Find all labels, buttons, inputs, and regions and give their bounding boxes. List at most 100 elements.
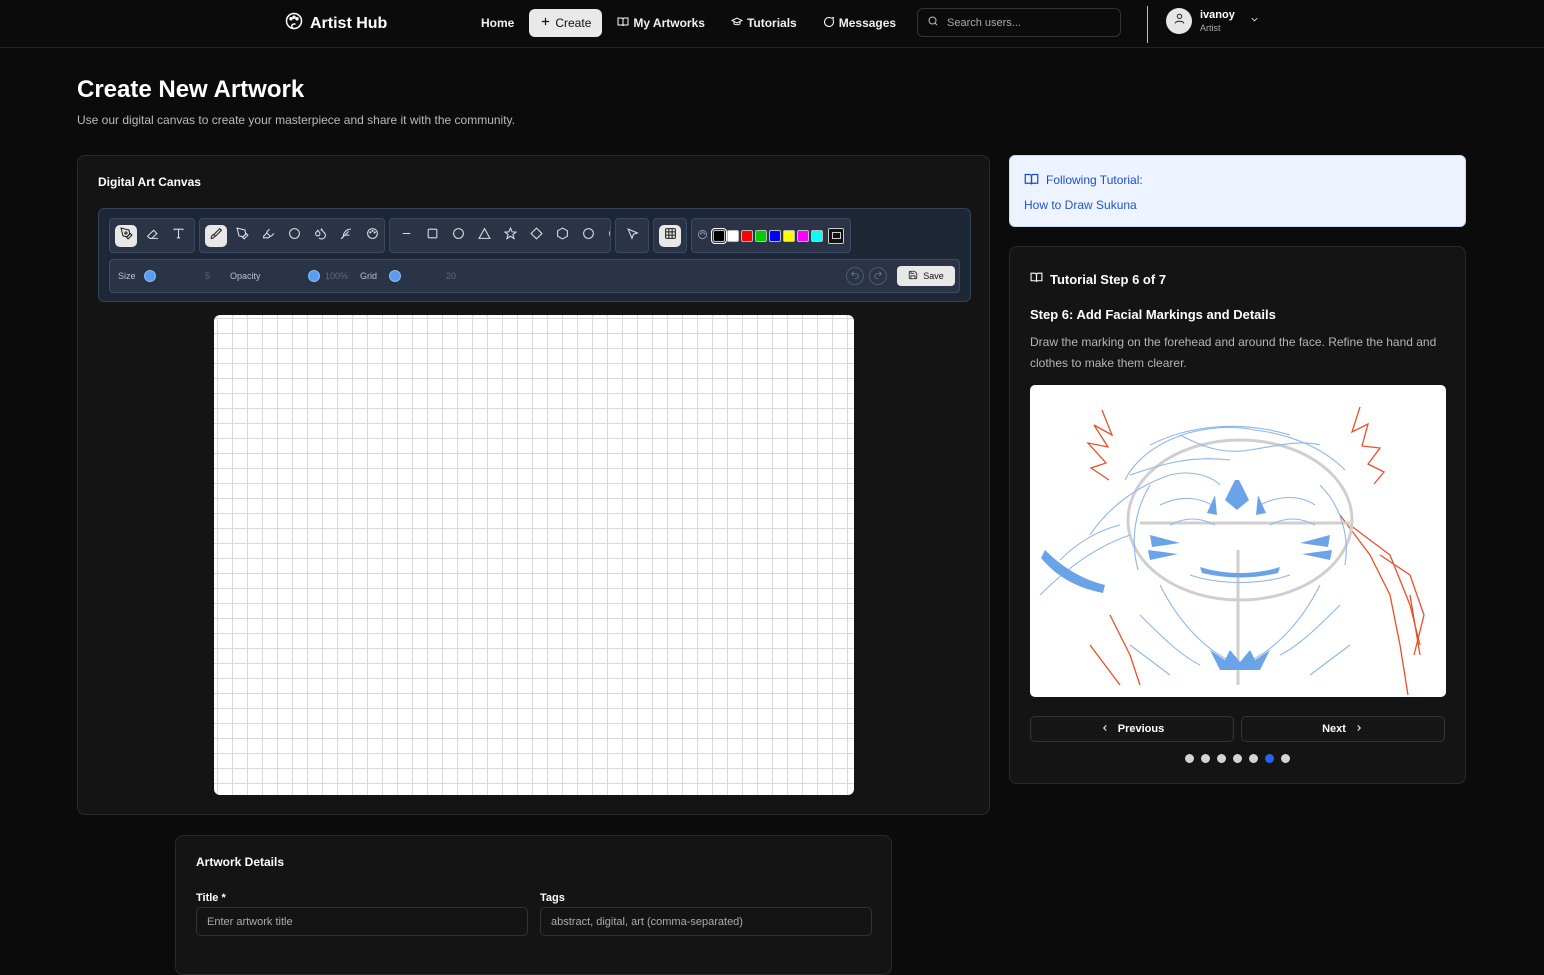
drops-icon	[314, 227, 327, 245]
pencil-icon	[235, 226, 249, 245]
opacity-slider[interactable]	[308, 270, 320, 282]
drops-tool-button[interactable]	[309, 225, 331, 247]
color-swatch-white[interactable]	[727, 229, 739, 242]
grid-toggle-button[interactable]	[659, 224, 681, 247]
chevron-down-icon	[1249, 12, 1260, 30]
drawing-canvas[interactable]	[214, 315, 854, 795]
diamond-icon	[529, 226, 543, 245]
marker-tool-button[interactable]	[257, 225, 279, 247]
previous-label: Previous	[1117, 723, 1165, 735]
message-icon	[823, 16, 835, 31]
brush-icon	[210, 227, 223, 245]
tool-group-grid	[653, 218, 687, 253]
details-title: Artwork Details	[196, 855, 285, 869]
triangle-tool-button[interactable]	[473, 225, 495, 247]
nav-messages[interactable]: Messages	[812, 9, 907, 37]
circle-tool-button[interactable]	[447, 225, 469, 247]
nav-tutorials[interactable]: Tutorials	[720, 9, 808, 37]
size-slider[interactable]	[144, 270, 156, 282]
undo-button[interactable]	[846, 267, 864, 285]
color-swatch-yellow[interactable]	[783, 229, 795, 242]
step-dot[interactable]	[1281, 754, 1290, 763]
nav-home-label: Home	[481, 16, 515, 30]
tags-label: Tags	[540, 892, 565, 904]
color-swatch-magenta[interactable]	[797, 229, 809, 242]
redo-button[interactable]	[869, 267, 887, 285]
step-title: Step 6: Add Facial Markings and Details	[1030, 307, 1276, 322]
title-input[interactable]	[196, 907, 528, 936]
nav-divider	[1147, 6, 1148, 43]
grid-size-value: 20	[446, 271, 457, 281]
marker-icon	[262, 227, 275, 245]
previous-step-button[interactable]: Previous	[1030, 716, 1234, 742]
brush-tool-button[interactable]	[205, 224, 227, 247]
moon-icon	[608, 227, 610, 245]
search-icon	[927, 14, 939, 32]
redo-icon	[873, 267, 883, 285]
step-dot[interactable]	[1233, 754, 1242, 763]
tags-input[interactable]	[540, 907, 872, 936]
step-dot[interactable]	[1265, 754, 1274, 763]
eraser-tool-button[interactable]	[141, 225, 163, 247]
palette-tool-button[interactable]	[361, 225, 383, 247]
nav-tutorials-label: Tutorials	[746, 16, 797, 30]
color-swatch-blue[interactable]	[769, 229, 781, 242]
grid-icon	[664, 227, 677, 245]
tool-group-select	[615, 218, 649, 253]
book-icon	[617, 16, 629, 31]
color-swatch-green[interactable]	[755, 229, 767, 242]
square-icon	[426, 227, 439, 245]
hexagon-tool-button[interactable]	[551, 225, 573, 247]
color-swatch-red[interactable]	[741, 229, 753, 242]
square-tool-button[interactable]	[421, 225, 443, 247]
step-dot[interactable]	[1217, 754, 1226, 763]
canvas-card: Digital Art Canvas Size 5 Opacity 100% G…	[77, 155, 990, 815]
pen-tool-button[interactable]	[115, 224, 137, 247]
line-icon	[400, 227, 413, 245]
user-menu[interactable]: ivanoy Artist	[1166, 8, 1260, 34]
following-tutorial-banner: Following Tutorial: How to Draw Sukuna	[1009, 155, 1466, 227]
octagon-tool-button[interactable]	[577, 225, 599, 247]
circle-brush-tool-button[interactable]	[283, 225, 305, 247]
octagon-icon	[582, 227, 595, 245]
line-tool-button[interactable]	[395, 225, 417, 247]
color-swatch-cyan[interactable]	[811, 229, 823, 242]
text-tool-button[interactable]	[167, 225, 189, 247]
step-indicator	[1010, 754, 1465, 763]
opacity-label: Opacity	[230, 271, 261, 281]
nav-my-artworks[interactable]: My Artworks	[606, 9, 716, 37]
search-input[interactable]	[947, 16, 1107, 29]
moon-tool-button[interactable]	[603, 225, 610, 247]
feather-tool-button[interactable]	[335, 225, 357, 247]
grid-size-label: Grid	[360, 271, 378, 281]
grid-size-slider[interactable]	[389, 270, 401, 282]
app-logo[interactable]: Artist Hub	[285, 12, 387, 35]
tutorial-link[interactable]: How to Draw Sukuna	[1024, 198, 1137, 212]
star-tool-button[interactable]	[499, 225, 521, 247]
size-label: Size	[118, 271, 136, 281]
step-dot[interactable]	[1201, 754, 1210, 763]
custom-color-picker[interactable]	[828, 227, 844, 244]
select-tool-button[interactable]	[621, 225, 643, 247]
pen-icon	[119, 226, 133, 245]
step-dot[interactable]	[1249, 754, 1258, 763]
step-description: Draw the marking on the forehead and aro…	[1030, 335, 1437, 370]
diamond-tool-button[interactable]	[525, 225, 547, 247]
step-dot[interactable]	[1185, 754, 1194, 763]
following-label: Following Tutorial:	[1046, 173, 1143, 187]
app-name: Artist Hub	[310, 14, 388, 32]
plus-icon	[540, 16, 551, 30]
save-button[interactable]: Save	[897, 266, 955, 286]
triangle-icon	[477, 227, 491, 245]
user-name: ivanoy	[1200, 8, 1235, 21]
pencil-tool-button[interactable]	[231, 225, 253, 247]
tutorial-step-card: Tutorial Step 6 of 7 Step 6: Add Facial …	[1009, 246, 1466, 784]
step-reference-image	[1030, 385, 1446, 697]
next-step-button[interactable]: Next	[1241, 716, 1445, 742]
nav-create[interactable]: Create	[529, 9, 603, 37]
eraser-icon	[146, 227, 159, 245]
palette-icon	[366, 227, 379, 245]
color-swatch-black[interactable]	[711, 227, 727, 244]
feather-icon	[340, 227, 353, 245]
nav-home[interactable]: Home	[470, 9, 525, 37]
